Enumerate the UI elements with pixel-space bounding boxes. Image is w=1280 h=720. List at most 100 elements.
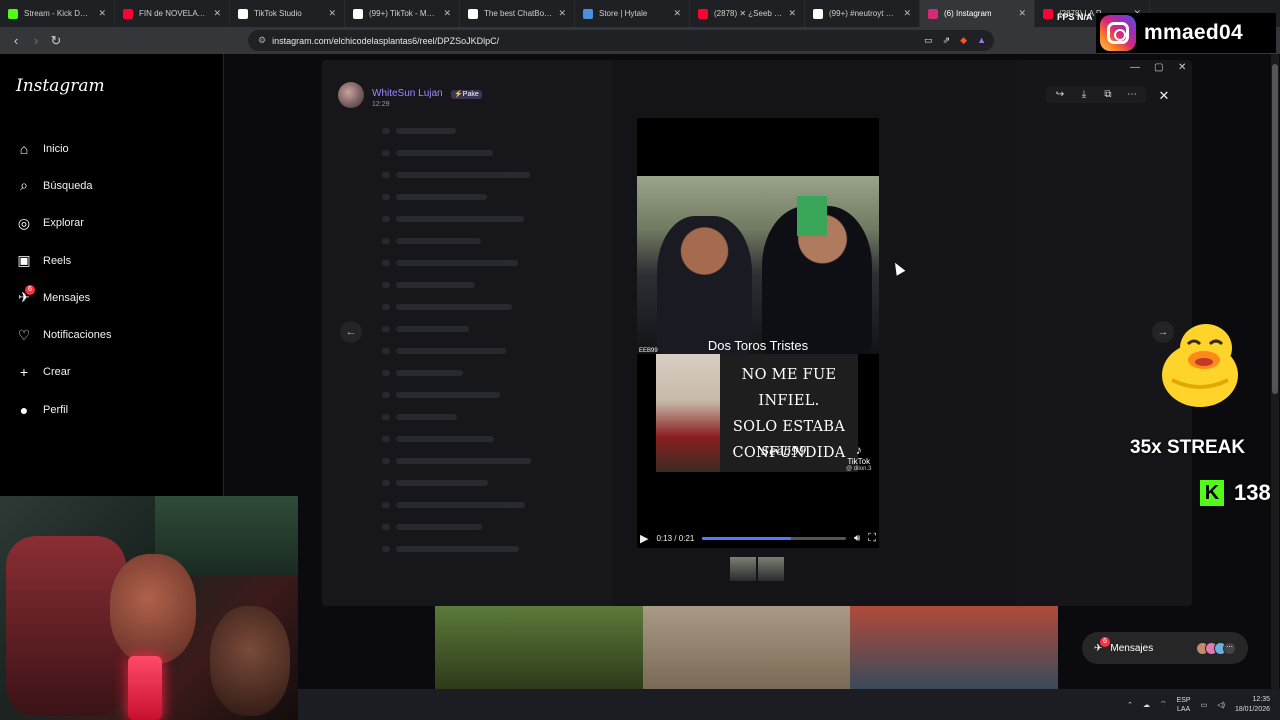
instagram-logo[interactable]: Instagram <box>16 76 105 96</box>
grid-post[interactable] <box>642 606 851 689</box>
nav-item-reels[interactable]: ▣ Reels <box>16 242 111 279</box>
tab-title: FIN de NOVELA CH <box>139 9 208 18</box>
tab-close-icon[interactable]: ✕ <box>443 8 451 19</box>
blurred-row <box>382 362 582 384</box>
author-badge: ⚡Pake <box>451 89 482 99</box>
messages-pill[interactable]: ✈ 6 Mensajes ⋯ <box>1082 632 1248 664</box>
grid-post[interactable] <box>435 606 643 689</box>
grid-post[interactable] <box>850 606 1059 689</box>
microphone <box>128 656 162 720</box>
tiktok-user: @ dilon.3 <box>846 466 872 472</box>
gaming-chair <box>6 536 126 716</box>
site-info-icon[interactable]: ⚙ <box>258 35 266 46</box>
webcam-overlay <box>0 496 298 720</box>
reel-video[interactable]: EEB99 Dos Toros Tristes NO ME FUE INFIEL… <box>637 118 879 548</box>
browser-tab[interactable]: FIN de NOVELA CH ✕ <box>115 0 230 27</box>
blurred-row <box>382 142 582 164</box>
author-username[interactable]: WhiteSun Lujan <box>372 88 443 99</box>
onedrive-icon[interactable]: ☁ <box>1143 701 1150 709</box>
tab-close-icon[interactable]: ✕ <box>98 8 106 19</box>
tab-favicon-icon <box>928 8 938 19</box>
tab-close-icon[interactable]: ✕ <box>558 8 566 19</box>
thumbnail[interactable] <box>758 557 784 581</box>
browser-tab[interactable]: (99+) TikTok - Make Yo ✕ <box>345 0 460 27</box>
popup-tools: ↪ ⤓ ⧉ ⋯ <box>1046 86 1146 103</box>
nav-item-messenger[interactable]: ✈ Mensajes 6 <box>16 279 111 316</box>
meme-signature: Seeb99 <box>761 444 807 458</box>
reload-icon[interactable]: ↻ <box>46 33 66 49</box>
tab-title: Stream - Kick Dashboa <box>24 9 92 18</box>
browser-tab[interactable]: TikTok Studio ✕ <box>230 0 345 27</box>
tab-close-icon[interactable]: ✕ <box>903 8 911 19</box>
browser-tab[interactable]: (6) Instagram ✕ <box>920 0 1035 27</box>
nav-item-compass[interactable]: ◎ Explorar <box>16 205 111 242</box>
nav-item-label: Inicio <box>43 142 69 155</box>
messages-badge: 6 <box>1100 636 1110 647</box>
blurred-row <box>382 340 582 362</box>
nav-item-label: Crear <box>43 366 71 379</box>
nav-item-plus[interactable]: + Crear <box>16 354 111 391</box>
tab-favicon-icon <box>238 8 248 19</box>
instagram-handle-overlay: mmaed04 <box>1096 13 1276 53</box>
blurred-row <box>382 208 582 230</box>
fullscreen-icon[interactable]: ⛶ <box>868 532 876 545</box>
open-external-icon[interactable]: ⧉ <box>1100 89 1116 100</box>
scrollbar-thumb[interactable] <box>1272 64 1278 394</box>
tab-close-icon[interactable]: ✕ <box>1018 8 1026 19</box>
nav-item-label: Reels <box>43 254 72 267</box>
previous-arrow-icon[interactable]: ← <box>340 321 362 343</box>
tray-expand-icon[interactable]: ⌃ <box>1127 701 1133 709</box>
minimize-icon[interactable]: — <box>1130 62 1140 73</box>
address-bar[interactable]: ⚙ instagram.com/elchicodelasplantas6/ree… <box>248 30 994 51</box>
tab-close-icon[interactable]: ✕ <box>788 8 796 19</box>
tab-title: (99+) #neutroyt #csgo <box>829 9 897 18</box>
brave-rewards-icon[interactable]: ▲ <box>977 35 986 46</box>
nav-item-search[interactable]: ⌕ Búsqueda <box>16 167 111 204</box>
speaker-icon[interactable]: ◁) <box>1217 701 1225 709</box>
browser-tab[interactable]: (99+) #neutroyt #csgo ✕ <box>805 0 920 27</box>
clock[interactable]: 12:35 18/01/2026 <box>1235 695 1270 715</box>
maximize-icon[interactable]: ▢ <box>1154 62 1163 73</box>
browser-tab[interactable]: (2878) ✕ ¿Seeb PE ✕ <box>690 0 805 27</box>
tab-title: (2878) ✕ ¿Seeb PE <box>714 9 783 18</box>
nav-item-home[interactable]: ⌂ Inicio <box>16 130 111 167</box>
network-icon[interactable]: ⌔ <box>1160 700 1167 709</box>
blurred-row <box>382 384 582 406</box>
tab-title: (99+) TikTok - Make Yo <box>369 9 437 18</box>
page-scrollbar[interactable] <box>1271 54 1279 689</box>
tab-favicon-icon <box>123 8 133 19</box>
close-icon[interactable]: ✕ <box>1154 86 1174 106</box>
browser-tab[interactable]: Store | Hytale ✕ <box>575 0 690 27</box>
language-indicator[interactable]: ESP LAA <box>1177 696 1191 714</box>
blurred-row <box>382 164 582 186</box>
nav-item-profile-avatar[interactable]: ● Perfil <box>16 391 111 428</box>
tab-favicon-icon <box>583 8 593 19</box>
more-options-icon[interactable]: ⋯ <box>1124 89 1140 100</box>
share-icon[interactable]: ⇗ <box>943 35 951 46</box>
browser-tab[interactable]: Stream - Kick Dashboa ✕ <box>0 0 115 27</box>
cast-icon[interactable]: ▭ <box>924 35 933 46</box>
volume-icon[interactable]: 🔊︎ <box>854 533 860 544</box>
blurred-row <box>382 296 582 318</box>
download-icon[interactable]: ⤓ <box>1076 89 1092 100</box>
tab-close-icon[interactable]: ✕ <box>213 8 221 19</box>
streak-label: 35x STREAK <box>1130 437 1246 458</box>
forward-share-icon[interactable]: ↪ <box>1052 89 1068 100</box>
thumbnail[interactable] <box>730 557 756 581</box>
tab-close-icon[interactable]: ✕ <box>673 8 681 19</box>
author-avatar[interactable] <box>338 82 364 108</box>
browser-tab[interactable]: The best ChatBot and ✕ <box>460 0 575 27</box>
forward-icon[interactable]: › <box>26 33 46 48</box>
brave-shield-icon[interactable]: ◆ <box>960 35 967 46</box>
display-icon[interactable]: ▭ <box>1201 701 1208 709</box>
blurred-row <box>382 538 582 560</box>
progress-bar[interactable] <box>702 536 846 540</box>
blurred-row <box>382 186 582 208</box>
play-icon[interactable]: ▶ <box>640 532 648 545</box>
lang-top: ESP <box>1176 696 1191 704</box>
tab-close-icon[interactable]: ✕ <box>328 8 336 19</box>
nav-item-heart[interactable]: ♡ Notificaciones <box>16 316 112 353</box>
compass-icon: ◎ <box>17 214 31 231</box>
window-close-icon[interactable]: ✕ <box>1178 62 1186 73</box>
back-icon[interactable]: ‹ <box>6 33 26 48</box>
